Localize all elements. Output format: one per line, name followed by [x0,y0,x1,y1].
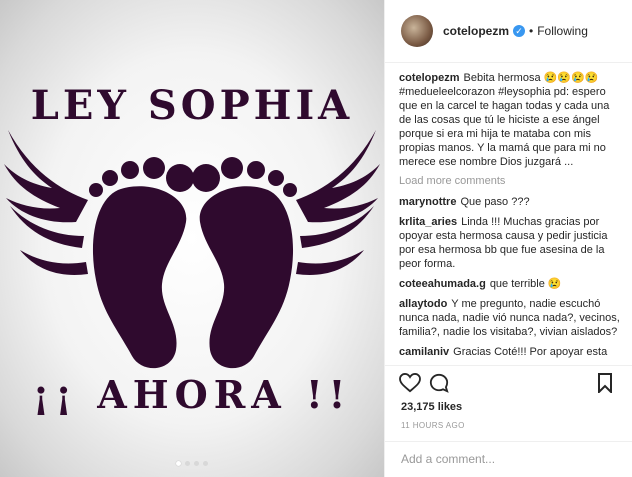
caption: cotelopezm Bebita hermosa 😢😢😢😢 #medueleel… [399,71,621,169]
following-button[interactable]: Following [537,24,588,38]
carousel-dot [194,461,199,466]
post-sidebar: cotelopezm ✓ • Following cotelopezm Bebit… [384,0,632,477]
right-wing-icon [296,130,380,275]
left-foot-icon [89,157,194,369]
comment-username[interactable]: marynottre [399,196,456,208]
comment-icon[interactable] [429,373,449,393]
list-item: marynottre Que paso ??? [399,195,621,209]
comment-text: Que paso ??? [460,196,530,208]
carousel-dot [203,461,208,466]
image-title-bottom: ¡¡ AHORA !! [32,372,352,417]
comment-text: Gracias Coté!!! Por apoyar esta [453,346,608,358]
image-title-top: LEY SOPHIA [30,82,354,129]
bookmark-icon[interactable] [597,373,613,393]
header-username[interactable]: cotelopezm [443,24,509,38]
left-wing-icon [4,130,88,275]
comment-username[interactable]: camilaniv [399,346,449,358]
list-item: coteeahumada.g que terrible 😢 [399,277,621,291]
carousel-dot [176,461,181,466]
list-item: allaytodo Y me pregunto, nadie escuchó nu… [399,297,621,339]
right-foot-icon [192,157,297,369]
avatar[interactable] [401,15,433,47]
likes-count[interactable]: 23,175 likes [401,401,462,413]
list-item: krlita_aries Linda !!! Muchas gracias por… [399,215,621,271]
heart-icon[interactable] [399,373,421,393]
timestamp[interactable]: 11 HOURS AGO [401,421,465,430]
comment-username[interactable]: allaytodo [399,298,447,310]
carousel-dot [185,461,190,466]
caption-text: Bebita hermosa 😢😢😢😢 #medueleelcorazon #l… [399,72,610,168]
comment-username[interactable]: krlita_aries [399,216,457,228]
comments-list[interactable]: cotelopezm Bebita hermosa 😢😢😢😢 #medueleel… [385,63,632,365]
post-header: cotelopezm ✓ • Following [385,0,632,63]
separator-dot: • [529,24,534,38]
instagram-post: LEY SOPHIA ¡¡ AHORA !! cotelopezm ✓ • Fo… [0,0,632,477]
comment-username[interactable]: coteeahumada.g [399,278,486,290]
verified-badge-icon: ✓ [513,25,526,37]
list-item: camilaniv Gracias Coté!!! Por apoyar esta [399,345,621,359]
action-bar [385,365,632,399]
comment-text: que terrible 😢 [489,278,562,290]
add-comment-input[interactable]: Add a comment... [385,441,632,477]
caption-username[interactable]: cotelopezm [399,72,460,84]
post-image[interactable]: LEY SOPHIA ¡¡ AHORA !! [0,0,384,477]
load-more-comments[interactable]: Load more comments [399,175,621,187]
carousel-indicator [0,461,384,466]
